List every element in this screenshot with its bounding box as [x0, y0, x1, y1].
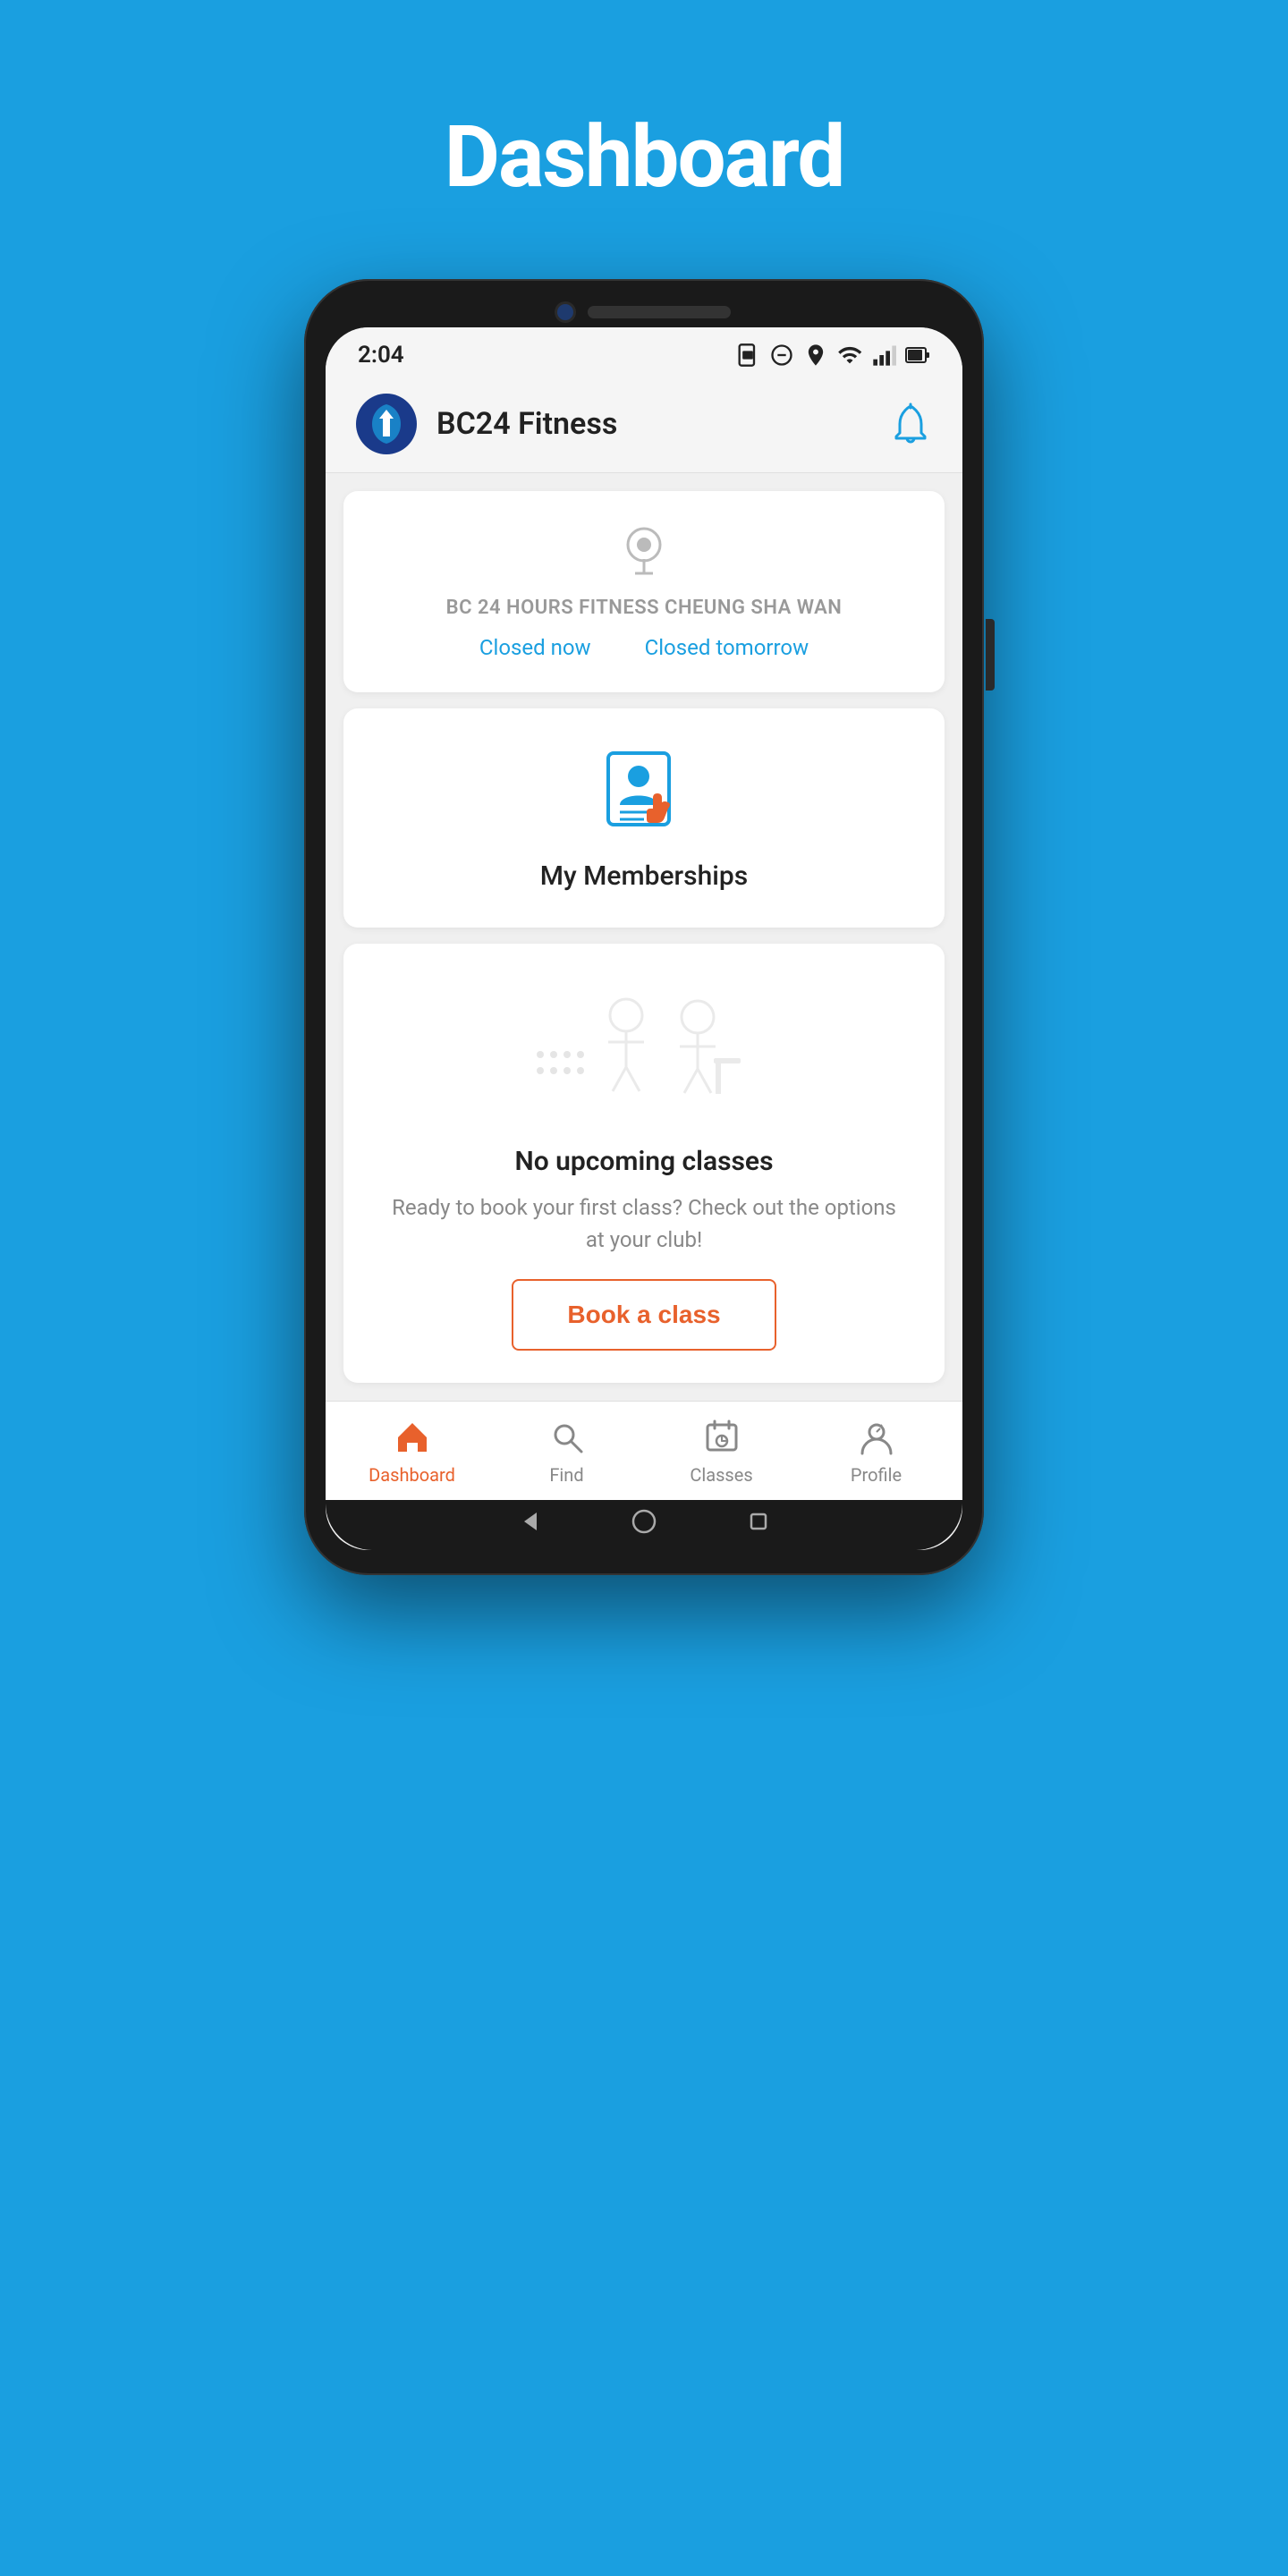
- membership-card[interactable]: My Memberships: [343, 708, 945, 928]
- bottom-nav: Dashboard Find Classes: [326, 1401, 962, 1500]
- sim-icon: [735, 343, 760, 368]
- home-button[interactable]: [631, 1509, 657, 1534]
- android-nav-bar: [326, 1500, 962, 1550]
- membership-icon: [595, 744, 693, 843]
- app-name: BC24 Fitness: [436, 406, 617, 442]
- content-area: BC 24 HOURS FITNESS CHEUNG SHA WAN Close…: [326, 473, 962, 1401]
- app-header: BC24 Fitness: [326, 376, 962, 473]
- nav-item-find[interactable]: Find: [489, 1418, 644, 1486]
- classes-nav-icon: [702, 1418, 741, 1457]
- membership-label: My Memberships: [540, 860, 748, 892]
- dashboard-nav-label: Dashboard: [369, 1464, 455, 1486]
- phone-shell: 2:04: [304, 279, 984, 1575]
- find-nav-icon: [547, 1418, 587, 1457]
- app-logo: [354, 392, 419, 456]
- dnd-icon: [769, 343, 794, 368]
- location-name: BC 24 HOURS FITNESS CHEUNG SHA WAN: [446, 597, 843, 619]
- speaker: [588, 306, 731, 318]
- status-closed-now: Closed now: [479, 635, 591, 660]
- classes-illustration: [519, 970, 769, 1131]
- location-card: BC 24 HOURS FITNESS CHEUNG SHA WAN Close…: [343, 491, 945, 692]
- book-class-button[interactable]: Book a class: [512, 1279, 775, 1351]
- bell-icon[interactable]: [887, 401, 934, 447]
- location-icon: [803, 343, 828, 368]
- classes-card: No upcoming classes Ready to book your f…: [343, 944, 945, 1383]
- nav-item-profile[interactable]: Profile: [799, 1418, 953, 1486]
- location-pin-icon: [619, 523, 669, 580]
- no-classes-description: Ready to book your first class? Check ou…: [370, 1191, 918, 1256]
- phone-notch: [326, 304, 962, 320]
- battery-icon: [905, 343, 930, 368]
- find-nav-label: Find: [549, 1464, 583, 1486]
- phone-screen: 2:04: [326, 327, 962, 1550]
- status-closed-tomorrow: Closed tomorrow: [645, 635, 809, 660]
- no-classes-title: No upcoming classes: [515, 1146, 774, 1177]
- status-icons: [735, 343, 930, 368]
- profile-nav-label: Profile: [851, 1464, 902, 1486]
- app-logo-area: BC24 Fitness: [354, 392, 617, 456]
- dashboard-nav-icon: [393, 1418, 432, 1457]
- back-button[interactable]: [517, 1509, 542, 1534]
- status-bar: 2:04: [326, 327, 962, 376]
- page-title: Dashboard: [445, 107, 844, 208]
- nav-item-dashboard[interactable]: Dashboard: [335, 1418, 489, 1486]
- volume-button: [986, 619, 995, 691]
- classes-nav-label: Classes: [690, 1464, 752, 1486]
- status-time: 2:04: [358, 342, 404, 369]
- nav-item-classes[interactable]: Classes: [644, 1418, 799, 1486]
- wifi-icon: [837, 343, 862, 368]
- front-camera: [557, 304, 573, 320]
- recents-button[interactable]: [746, 1509, 771, 1534]
- signal-icon: [871, 343, 896, 368]
- location-status-row: Closed now Closed tomorrow: [479, 635, 809, 660]
- profile-nav-icon: [857, 1418, 896, 1457]
